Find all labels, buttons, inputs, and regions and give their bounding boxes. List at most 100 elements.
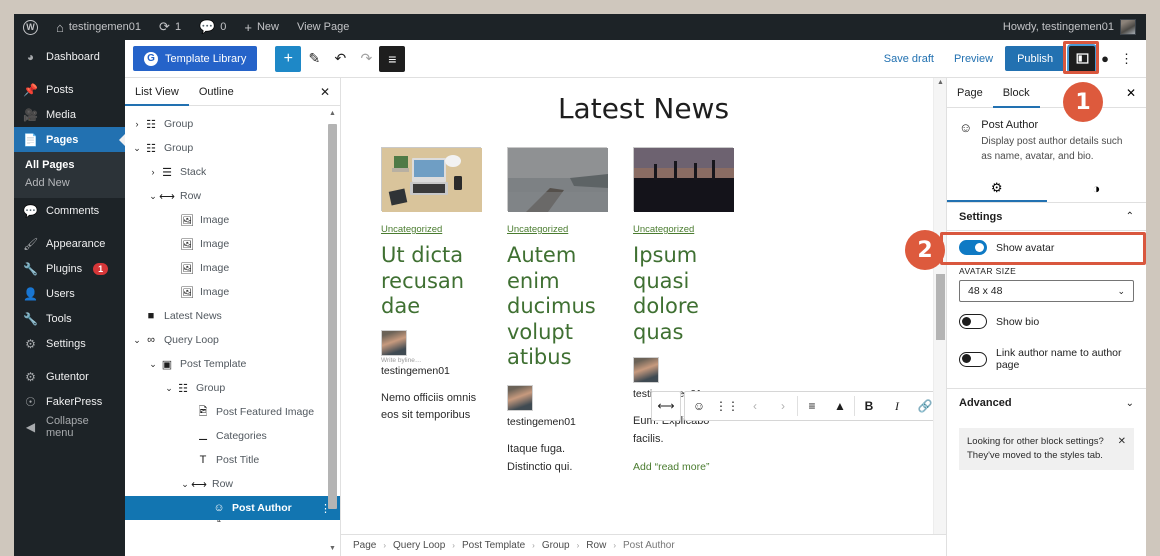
sidebar-item-dashboard[interactable]: ◕ Dashboard — [14, 44, 125, 69]
list-item[interactable]: 🖼 Image — [125, 280, 340, 304]
howdy-label[interactable]: Howdy, testingemen01 — [1003, 21, 1114, 33]
move-up-button[interactable]: ‹ — [741, 392, 769, 420]
redo-button[interactable]: ↷ — [353, 46, 379, 72]
breadcrumb-item-group[interactable]: Group — [542, 540, 570, 551]
move-down-button[interactable]: › — [769, 392, 797, 420]
select-parent-row-button[interactable]: ⟷ — [652, 392, 680, 420]
close-icon[interactable]: ✕ — [1118, 435, 1126, 463]
post-category-link[interactable]: Uncategorized — [381, 224, 483, 235]
list-item[interactable]: 🖻 Post Featured Image — [125, 400, 340, 424]
tab-outline[interactable]: Outline — [189, 78, 244, 106]
canvas-scrollbar[interactable]: ▲ ▼ — [933, 78, 946, 556]
sidebar-item-pages[interactable]: 📄 Pages — [14, 127, 125, 152]
breadcrumb-item-row[interactable]: Row — [586, 540, 606, 551]
list-item[interactable]: “ — [125, 520, 340, 528]
breadcrumb-item-post-template[interactable]: Post Template — [462, 540, 525, 551]
page-title[interactable]: Latest News — [341, 92, 946, 125]
add-read-more-link[interactable]: Add “read more” — [633, 461, 735, 473]
tab-styles[interactable]: ◑ — [1047, 174, 1147, 202]
link-author-row[interactable]: Link author name to author page — [947, 338, 1146, 380]
breadcrumb-item-post-author[interactable]: Post Author — [623, 540, 675, 551]
post-excerpt[interactable]: Nemo officiis omnis eos sit temporibus — [381, 390, 483, 425]
sidebar-item-media[interactable]: 🎥 Media — [14, 102, 125, 127]
save-draft-button[interactable]: Save draft — [876, 53, 942, 65]
list-item[interactable]: 🖼 Image — [125, 208, 340, 232]
show-bio-row[interactable]: Show bio — [947, 302, 1146, 338]
list-item-post-author[interactable]: ☺ Post Author ⋮ — [125, 496, 340, 520]
chevron-up-icon[interactable]: ⌃ — [1126, 211, 1134, 222]
link-author-toggle[interactable] — [959, 352, 987, 367]
author-avatar[interactable] — [381, 330, 407, 356]
sidebar-item-tools[interactable]: 🔧 Tools — [14, 306, 125, 331]
add-block-button[interactable]: + — [275, 46, 301, 72]
list-item[interactable]: ⌄ ⟷ Row — [125, 472, 340, 496]
scrollbar-thumb[interactable] — [328, 124, 337, 509]
preview-button[interactable]: Preview — [946, 53, 1001, 65]
author-avatar[interactable] — [633, 357, 659, 383]
settings-sidebar-toggle[interactable] — [1069, 46, 1095, 72]
list-item[interactable]: ⌄ ☷ Group — [125, 136, 340, 160]
more-options-icon[interactable]: ⋮ — [1115, 51, 1138, 67]
jetpack-icon[interactable]: ● — [1099, 51, 1111, 66]
sidebar-item-gutentor[interactable]: ⚙ Gutentor — [14, 364, 125, 389]
chevron-down-icon[interactable]: ⌄ — [179, 479, 191, 490]
list-item[interactable]: T Post Title — [125, 448, 340, 472]
sidebar-item-comments[interactable]: 💬 Comments — [14, 198, 125, 223]
italic-button[interactable]: I — [883, 392, 911, 420]
avatar[interactable] — [1120, 19, 1136, 35]
list-item[interactable]: 🖼 Image — [125, 232, 340, 256]
chevron-right-icon[interactable]: › — [131, 119, 143, 129]
text-color-button[interactable]: ▲ — [826, 392, 854, 420]
undo-button[interactable]: ↶ — [327, 46, 353, 72]
post-title-link[interactable]: Ut dicta recusan dae — [381, 243, 483, 320]
comments-menu[interactable]: 💬 0 — [190, 14, 235, 40]
wp-logo-menu[interactable]: W — [14, 14, 47, 40]
list-item[interactable]: ■ Latest News — [125, 304, 340, 328]
editor-canvas[interactable]: Latest News — [341, 78, 946, 556]
post-category-link[interactable]: Uncategorized — [507, 224, 609, 235]
list-item[interactable]: ⌄ ∞ Query Loop — [125, 328, 340, 352]
drag-handle[interactable]: ⋮⋮ — [713, 392, 741, 420]
tools-button[interactable]: ✎ — [301, 46, 327, 72]
chevron-right-icon[interactable]: › — [147, 167, 159, 177]
tab-list-view[interactable]: List View — [125, 78, 189, 106]
scroll-down-arrow-icon[interactable]: ▼ — [329, 545, 336, 552]
sidebar-item-fakerpress[interactable]: ☉ FakerPress — [14, 389, 125, 414]
author-name[interactable]: testingemen01 — [381, 365, 483, 377]
settings-section-header[interactable]: Settings ⌃ — [947, 203, 1146, 231]
advanced-section-header[interactable]: Advanced ⌄ — [947, 389, 1146, 417]
bold-button[interactable]: B — [855, 392, 883, 420]
updates-menu[interactable]: ⟳ 1 — [150, 14, 190, 40]
sidebar-item-appearance[interactable]: 🖌 Appearance — [14, 231, 125, 256]
list-item[interactable]: ⚊ Categories — [125, 424, 340, 448]
list-item[interactable]: ⌄ ⟷ Row — [125, 184, 340, 208]
scroll-up-arrow-icon[interactable]: ▲ — [329, 110, 336, 117]
sidebar-item-users[interactable]: 👤 Users — [14, 281, 125, 306]
avatar-size-select[interactable]: 48 x 48 ⌄ — [959, 280, 1134, 302]
chevron-down-icon[interactable]: ⌄ — [131, 143, 143, 154]
chevron-down-icon[interactable]: ⌄ — [163, 383, 175, 394]
chevron-down-icon[interactable]: ⌄ — [147, 359, 159, 370]
submenu-item-add-new[interactable]: Add New — [14, 174, 125, 192]
sidebar-item-plugins[interactable]: 🔧 Plugins 1 — [14, 256, 125, 281]
list-item[interactable]: › ☷ Group — [125, 112, 340, 136]
breadcrumb-item-query-loop[interactable]: Query Loop — [393, 540, 445, 551]
show-bio-toggle[interactable] — [959, 314, 987, 329]
close-icon[interactable]: ✕ — [320, 85, 340, 99]
author-name[interactable]: testingemen01 — [507, 416, 609, 428]
scroll-up-arrow-icon[interactable]: ▲ — [937, 79, 944, 86]
list-item[interactable]: 🖼 Image — [125, 256, 340, 280]
submenu-item-all-pages[interactable]: All Pages — [14, 156, 125, 174]
tab-settings[interactable]: ⚙ — [947, 174, 1047, 202]
template-library-button[interactable]: G Template Library — [133, 46, 257, 71]
author-avatar[interactable] — [507, 385, 533, 411]
chevron-down-icon[interactable]: ⌄ — [131, 335, 143, 346]
new-content-menu[interactable]: + New — [235, 14, 288, 40]
show-avatar-row[interactable]: Show avatar — [947, 231, 1146, 264]
post-excerpt[interactable]: Itaque fuga. Distinctio qui. — [507, 441, 609, 476]
site-name-menu[interactable]: ⌂ testingemen01 — [47, 14, 150, 40]
post-featured-image[interactable] — [381, 147, 481, 211]
post-title-link[interactable]: Ipsum quasi dolore quas — [633, 243, 735, 345]
chevron-down-icon[interactable]: ⌄ — [1126, 398, 1134, 409]
post-title-link[interactable]: Autem enim ducimus volupt atibus — [507, 243, 609, 371]
